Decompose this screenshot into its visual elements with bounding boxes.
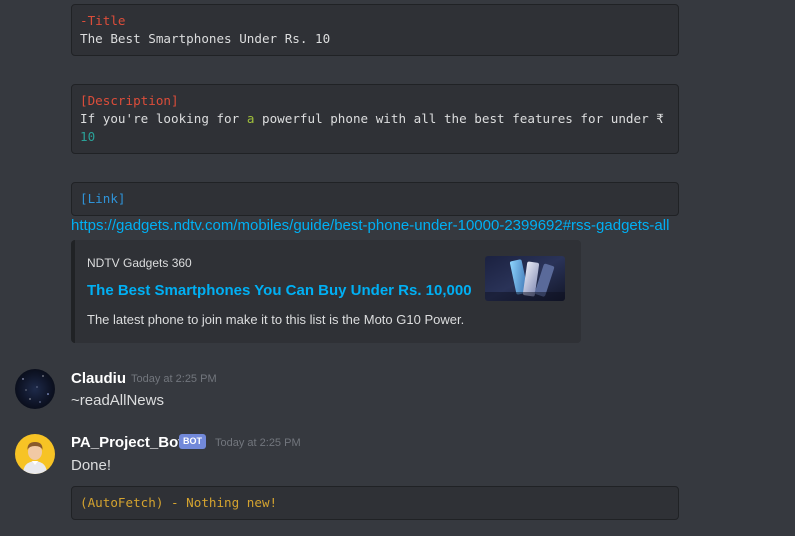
- title-label: -Title: [80, 13, 126, 28]
- description-text-2: powerful phone with all the best feature…: [254, 111, 664, 126]
- article-link[interactable]: https://gadgets.ndtv.com/mobiles/guide/b…: [71, 217, 669, 234]
- embed-thumbnail[interactable]: [485, 256, 565, 301]
- embed-description: The latest phone to join make it to this…: [87, 312, 465, 327]
- username[interactable]: Claudiu: [71, 370, 126, 387]
- description-number: 10: [80, 129, 96, 144]
- bot-badge: BOT: [179, 434, 206, 449]
- avatar[interactable]: [15, 369, 55, 409]
- message-timestamp: Today at 2:25 PM: [131, 373, 217, 385]
- bot-username[interactable]: PA_Project_Bot: [71, 434, 183, 451]
- link-embed: NDTV Gadgets 360 The Best Smartphones Yo…: [71, 240, 581, 343]
- description-codeblock: [Description] If you're looking for a po…: [71, 84, 679, 154]
- description-label: [Description]: [80, 93, 179, 108]
- embed-title-link[interactable]: The Best Smartphones You Can Buy Under R…: [87, 282, 472, 299]
- link-label: [Link]: [80, 191, 126, 206]
- autofetch-text: (AutoFetch) - Nothing new!: [80, 495, 278, 510]
- message-bot: PA_Project_Bot BOT Today at 2:25 PM Done…: [0, 430, 795, 536]
- description-text-1: If you're looking for: [80, 111, 247, 126]
- title-text: The Best Smartphones Under Rs. 10: [80, 31, 331, 46]
- embed-provider: NDTV Gadgets 360: [87, 256, 192, 270]
- autofetch-codeblock: (AutoFetch) - Nothing new!: [71, 486, 679, 520]
- message-claudiu: Claudiu Today at 2:25 PM ~readAllNews: [0, 366, 795, 416]
- title-codeblock: -Title The Best Smartphones Under Rs. 10: [71, 4, 679, 56]
- bot-avatar[interactable]: [15, 434, 55, 474]
- bot-message-timestamp: Today at 2:25 PM: [215, 437, 301, 449]
- message-content: ~readAllNews: [71, 392, 164, 409]
- link-codeblock: [Link]: [71, 182, 679, 216]
- bot-message-content: Done!: [71, 457, 112, 474]
